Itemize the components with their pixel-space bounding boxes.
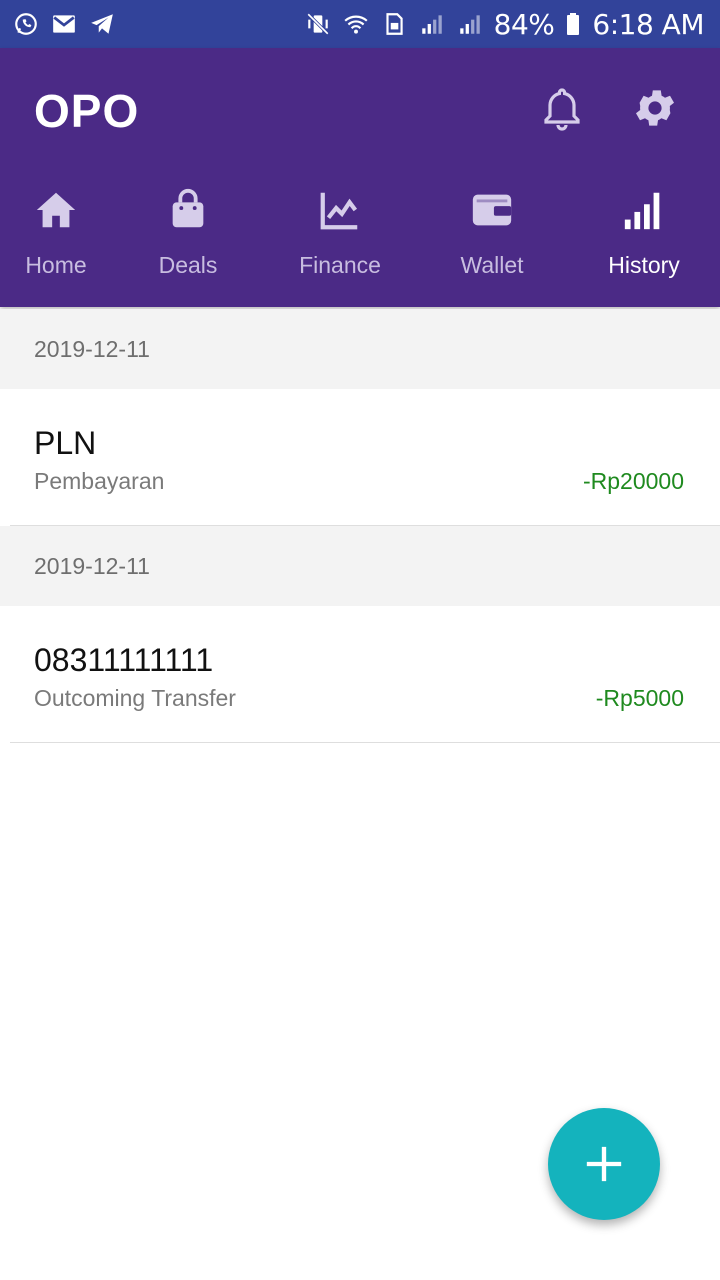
tab-history[interactable]: History bbox=[568, 186, 720, 296]
whatsapp-icon bbox=[12, 10, 40, 38]
mail-icon bbox=[50, 10, 78, 38]
system-icons: 84% 6:18 AM bbox=[304, 8, 704, 41]
transaction-title: 08311111111 bbox=[34, 642, 214, 678]
tab-label: Finance bbox=[299, 252, 381, 278]
plus-icon bbox=[586, 1146, 622, 1182]
sim-icon bbox=[380, 10, 408, 38]
tab-bar: Home Deals Finance Wallet History bbox=[0, 186, 720, 296]
shopping-bag-icon bbox=[164, 186, 212, 234]
app-title: OPO bbox=[34, 85, 140, 137]
tab-home[interactable]: Home bbox=[0, 186, 112, 296]
telegram-icon bbox=[88, 10, 116, 38]
date-header: 2019-12-11 bbox=[0, 526, 720, 606]
add-button[interactable] bbox=[548, 1108, 660, 1220]
battery-icon bbox=[564, 10, 582, 38]
tab-finance[interactable]: Finance bbox=[264, 186, 416, 296]
home-icon bbox=[32, 186, 80, 234]
tab-label: Home bbox=[25, 252, 87, 278]
trending-up-icon bbox=[316, 186, 364, 234]
signal-icon bbox=[418, 10, 446, 38]
bell-icon[interactable] bbox=[536, 82, 588, 134]
list-item[interactable]: PLN Pembayaran -Rp20000 bbox=[10, 389, 720, 526]
wifi-icon bbox=[342, 10, 370, 38]
signal-icon bbox=[456, 10, 484, 38]
bar-chart-icon bbox=[620, 186, 668, 234]
clock: 6:18 AM bbox=[592, 7, 704, 41]
transaction-amount: -Rp5000 bbox=[595, 685, 684, 711]
history-list: 2019-12-11 PLN Pembayaran -Rp20000 2019-… bbox=[0, 309, 720, 743]
status-bar: 84% 6:18 AM bbox=[0, 0, 720, 48]
wallet-icon bbox=[468, 186, 516, 234]
transaction-amount: -Rp20000 bbox=[582, 468, 684, 494]
transaction-type: Outcoming Transfer bbox=[34, 685, 236, 711]
app-header: OPO Home Deals Finance Wallet History bbox=[0, 48, 720, 307]
tab-label: Wallet bbox=[460, 252, 524, 278]
transaction-title: PLN bbox=[34, 425, 97, 461]
notification-icons bbox=[12, 10, 116, 38]
tab-label: Deals bbox=[158, 252, 218, 278]
gear-icon[interactable] bbox=[629, 82, 681, 134]
vibrate-mute-icon bbox=[304, 10, 332, 38]
list-item[interactable]: 08311111111 Outcoming Transfer -Rp5000 bbox=[10, 606, 720, 743]
transaction-type: Pembayaran bbox=[34, 468, 165, 494]
battery-percentage: 84% bbox=[493, 7, 555, 41]
tab-wallet[interactable]: Wallet bbox=[416, 186, 568, 296]
tab-label: History bbox=[608, 252, 680, 278]
tab-deals[interactable]: Deals bbox=[112, 186, 264, 296]
date-header: 2019-12-11 bbox=[0, 309, 720, 389]
